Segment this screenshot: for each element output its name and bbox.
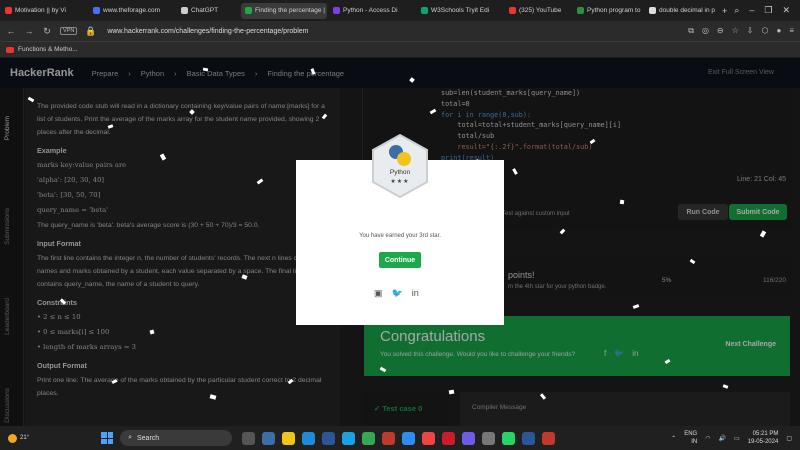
chevron-up-icon[interactable]: ⌃ <box>671 435 676 442</box>
notification-icon[interactable]: ▢ <box>786 435 792 442</box>
youtube-icon <box>6 46 14 53</box>
whatsapp-icon[interactable] <box>502 431 516 445</box>
app-icon[interactable] <box>462 431 476 445</box>
badge-stars: ★★★ <box>390 179 410 185</box>
weather-temp: 21° <box>20 435 30 441</box>
youtube-icon <box>5 7 12 14</box>
continue-button[interactable]: Continue <box>379 252 421 268</box>
minimize-icon[interactable]: – <box>749 5 754 16</box>
battery-icon[interactable]: ▭ <box>734 435 740 442</box>
language-indicator[interactable]: ENG IN <box>684 430 697 446</box>
browser-tab-active[interactable]: Finding the percentage | <box>241 2 327 19</box>
site-icon <box>93 7 100 14</box>
zoom-icon[interactable]: ⊖ <box>717 26 724 36</box>
vpn-badge[interactable]: VPN <box>60 27 78 35</box>
new-tab-button[interactable]: + <box>722 6 727 16</box>
close-icon[interactable]: ✕ <box>782 5 790 16</box>
hackerrank-icon <box>245 7 252 14</box>
chrome-icon[interactable] <box>362 431 376 445</box>
widgets-icon[interactable] <box>262 431 276 445</box>
browser-tab[interactable]: www.theforage.com <box>89 3 175 19</box>
facebook-icon[interactable]: ▣ <box>374 288 383 299</box>
weather-widget[interactable]: 21° <box>8 433 30 443</box>
bookmarks-bar: Functions & Metho... <box>0 41 800 57</box>
app-icon[interactable] <box>482 431 496 445</box>
task-view-icon[interactable] <box>242 431 256 445</box>
reload-icon[interactable]: ↻ <box>42 26 52 37</box>
browser-tab[interactable]: ChatGPT <box>177 3 239 19</box>
powerpoint-icon[interactable] <box>542 431 556 445</box>
bookmark-item[interactable]: Functions & Metho... <box>18 46 78 53</box>
star-earned-message: You have earned your 3rd star. <box>359 233 441 239</box>
maximize-icon[interactable]: ❐ <box>764 5 772 16</box>
search-placeholder: Search <box>137 434 160 442</box>
word-icon[interactable] <box>522 431 536 445</box>
copy-icon[interactable]: ⧉ <box>688 26 694 36</box>
google-icon <box>649 7 656 14</box>
youtube-icon <box>509 7 516 14</box>
chatgpt-icon <box>181 7 188 14</box>
search-tabs-icon[interactable]: ⌕ <box>734 5 739 16</box>
telegram-icon[interactable] <box>402 431 416 445</box>
extensions-icon[interactable]: ⬡ <box>762 26 769 36</box>
profile-icon[interactable]: ● <box>776 26 781 36</box>
browser-tab[interactable]: double decimal in p <box>645 3 717 19</box>
sun-icon <box>8 433 17 443</box>
browser-tab[interactable]: W3Schools Tryit Edi <box>417 3 503 19</box>
twitter-icon[interactable]: 🐦 <box>392 288 403 299</box>
taskbar-search[interactable]: ⌕ Search <box>120 430 233 446</box>
search-icon: ⌕ <box>128 434 132 441</box>
linkedin-icon[interactable]: in <box>412 288 419 299</box>
menu-icon[interactable]: ≡ <box>789 26 794 36</box>
share-icons: ▣ 🐦 in <box>374 288 419 299</box>
opera-icon[interactable] <box>442 431 456 445</box>
edge-icon[interactable] <box>302 431 316 445</box>
system-tray: ⌃ ENG IN ◠ 🔊 ▭ 05:21 PM 19-05-2024 ▢ <box>671 430 800 446</box>
forward-icon[interactable]: → <box>24 26 34 36</box>
site-icon <box>333 7 340 14</box>
store-icon[interactable] <box>322 431 336 445</box>
wifi-icon[interactable]: ◠ <box>705 435 710 442</box>
clock[interactable]: 05:21 PM 19-05-2024 <box>748 430 779 446</box>
browser-tab-bar: Motivation || by Vi www.theforage.com Ch… <box>0 0 800 21</box>
bookmark-star-icon[interactable]: ☆ <box>732 26 739 36</box>
address-bar: ← → ↻ VPN 🔒 www.hackerrank.com/challenge… <box>0 21 800 41</box>
windows-start-icon[interactable] <box>101 432 114 444</box>
python-badge-icon <box>372 134 428 198</box>
browser-tab[interactable]: Python program to <box>573 3 643 19</box>
browser-tab[interactable]: Motivation || by Vi <box>1 3 87 19</box>
confetti-piece <box>448 389 455 395</box>
download-icon[interactable]: ⇩ <box>747 26 754 36</box>
volume-icon[interactable]: 🔊 <box>718 435 725 442</box>
mcafee-icon[interactable] <box>382 431 396 445</box>
confetti-piece <box>619 199 625 205</box>
windows-taskbar: 21° ⌕ Search ⌃ ENG IN ◠ 🔊 ▭ 05:21 PM 19-05… <box>0 426 800 450</box>
app-icon[interactable] <box>342 431 356 445</box>
back-icon[interactable]: ← <box>6 26 16 36</box>
camera-icon[interactable]: ◎ <box>702 26 709 36</box>
lock-icon: 🔒 <box>85 25 97 36</box>
taskbar-apps <box>242 431 556 445</box>
w3schools-icon <box>421 7 428 14</box>
site-icon <box>577 7 584 14</box>
browser-tab[interactable]: (325) YouTube <box>505 3 571 19</box>
url-field[interactable]: www.hackerrank.com/challenges/finding-th… <box>107 28 308 35</box>
app-icon[interactable] <box>422 431 436 445</box>
browser-tab[interactable]: Python - Access Di <box>329 3 415 19</box>
file-explorer-icon[interactable] <box>282 431 296 445</box>
badge-name: Python <box>389 169 411 176</box>
confetti-piece <box>202 67 209 72</box>
